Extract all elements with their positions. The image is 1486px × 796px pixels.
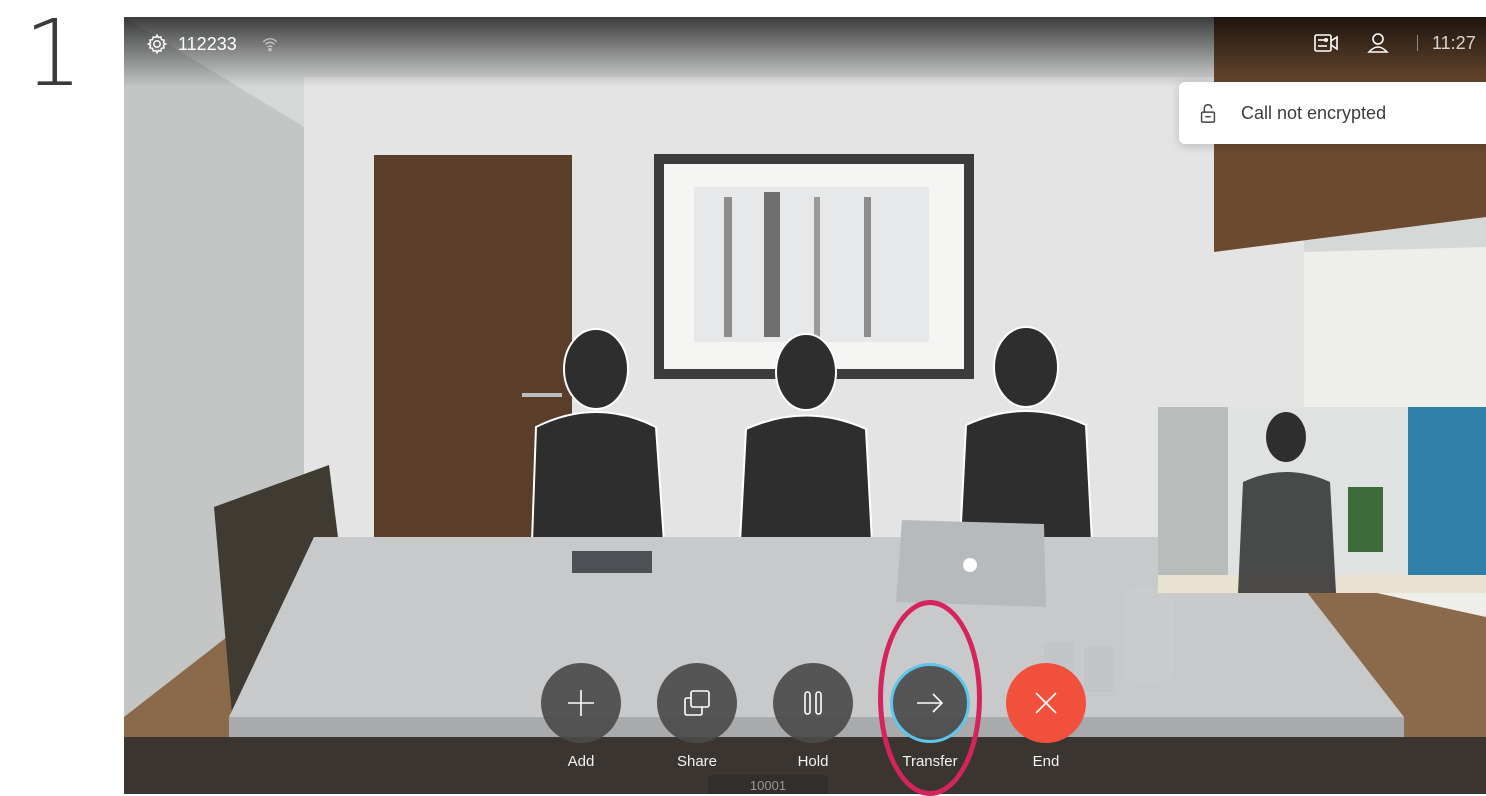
- system-number: 112233: [178, 33, 237, 54]
- step-number: 1: [24, 0, 83, 107]
- system-info[interactable]: 112233: [146, 33, 279, 55]
- add-label: Add: [567, 753, 595, 770]
- status-area-right: 11:27: [1313, 31, 1486, 55]
- hold-button[interactable]: [773, 663, 853, 743]
- add-control: Add: [541, 663, 621, 770]
- encryption-notification: Call not encrypted: [1179, 82, 1486, 144]
- hold-label: Hold: [797, 753, 829, 770]
- clock: 11:27: [1432, 32, 1476, 53]
- plus-icon: [568, 690, 594, 716]
- gear-icon: [146, 33, 168, 55]
- user-icon[interactable]: [1365, 31, 1391, 55]
- hold-control: Hold: [773, 663, 853, 770]
- share-screen-icon: [684, 690, 710, 716]
- call-controls: Add Share Hold Transfer End: [124, 657, 1486, 794]
- pause-icon: [804, 691, 822, 715]
- video-call-screen: 112233 11:27 Call not encrypted Add Shar…: [124, 17, 1486, 794]
- share-label: Share: [676, 753, 718, 770]
- unlocked-icon: [1200, 104, 1216, 123]
- call-number: 10001: [708, 775, 828, 794]
- notification-text: Call not encrypted: [1241, 102, 1387, 123]
- end-label: End: [1032, 753, 1060, 770]
- wifi-icon: [262, 38, 277, 52]
- transfer-label: Transfer: [902, 753, 958, 770]
- share-button[interactable]: [657, 663, 737, 743]
- close-icon: [1035, 692, 1057, 714]
- add-button[interactable]: [541, 663, 621, 743]
- arrow-right-icon: [917, 693, 944, 713]
- divider: [1417, 35, 1418, 51]
- end-control: End: [1006, 663, 1086, 770]
- camera-control-icon[interactable]: [1313, 31, 1339, 55]
- self-view[interactable]: [1158, 407, 1486, 593]
- share-control: Share: [657, 663, 737, 770]
- top-status-bar: 112233 11:27: [124, 17, 1486, 87]
- transfer-button[interactable]: [890, 663, 970, 743]
- end-call-button[interactable]: [1006, 663, 1086, 743]
- transfer-control: Transfer: [890, 663, 970, 770]
